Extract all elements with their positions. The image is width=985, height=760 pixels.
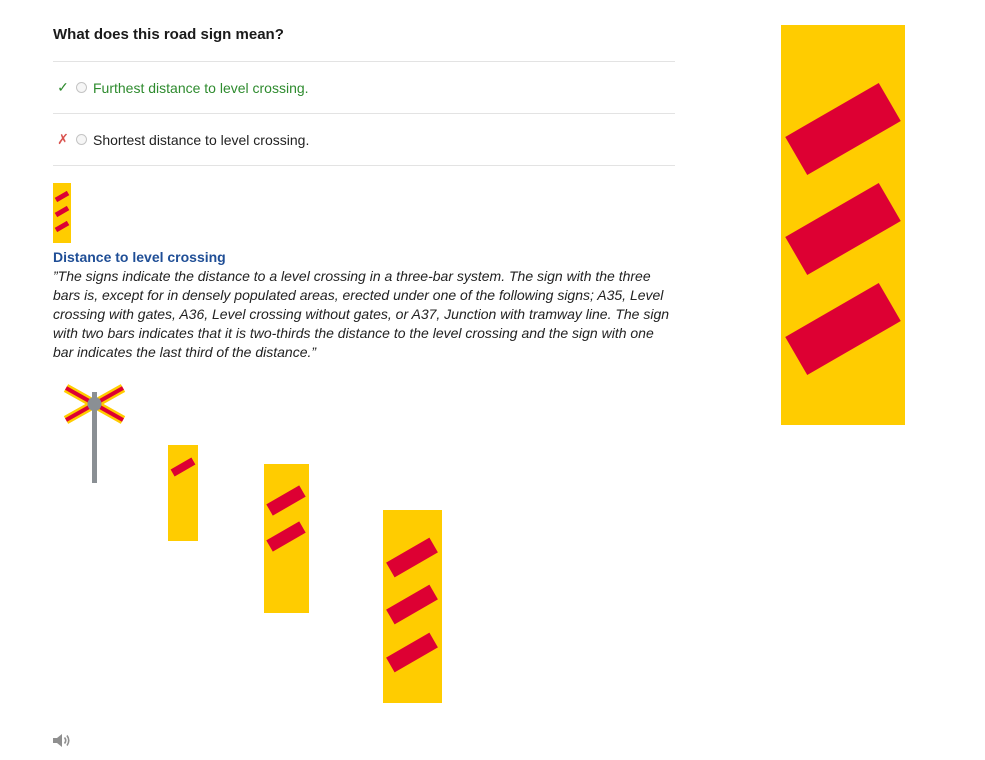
answer-option-1[interactable]: ✓ Furthest distance to level crossing.	[53, 62, 675, 114]
explanation-title: Distance to level crossing	[53, 249, 226, 265]
answer-radio-2[interactable]	[76, 134, 87, 145]
two-bar-distance-sign-icon	[264, 464, 309, 613]
three-bar-distance-sign-icon	[383, 510, 442, 703]
answer-label-2: Shortest distance to level crossing.	[93, 131, 310, 148]
one-bar-distance-sign-icon	[168, 445, 198, 541]
cross-mark-icon: ✗	[57, 131, 69, 147]
explanation-text: ”The signs indicate the distance to a le…	[53, 268, 670, 360]
answer-label-1: Furthest distance to level crossing.	[93, 79, 309, 96]
speaker-icon[interactable]	[52, 732, 72, 749]
level-crossing-illustration	[63, 384, 442, 703]
answer-option-2[interactable]: ✗ Shortest distance to level crossing.	[53, 114, 675, 166]
answer-radio-1[interactable]	[76, 82, 87, 93]
question-title: What does this road sign mean?	[53, 26, 284, 43]
distance-sign-icon	[781, 25, 905, 425]
level-crossing-icon	[63, 384, 126, 483]
checkmark-icon: ✓	[57, 79, 69, 95]
answer-list: ✓ Furthest distance to level crossing. ✗…	[53, 61, 675, 166]
distance-sign-thumbnail-icon	[53, 183, 71, 243]
